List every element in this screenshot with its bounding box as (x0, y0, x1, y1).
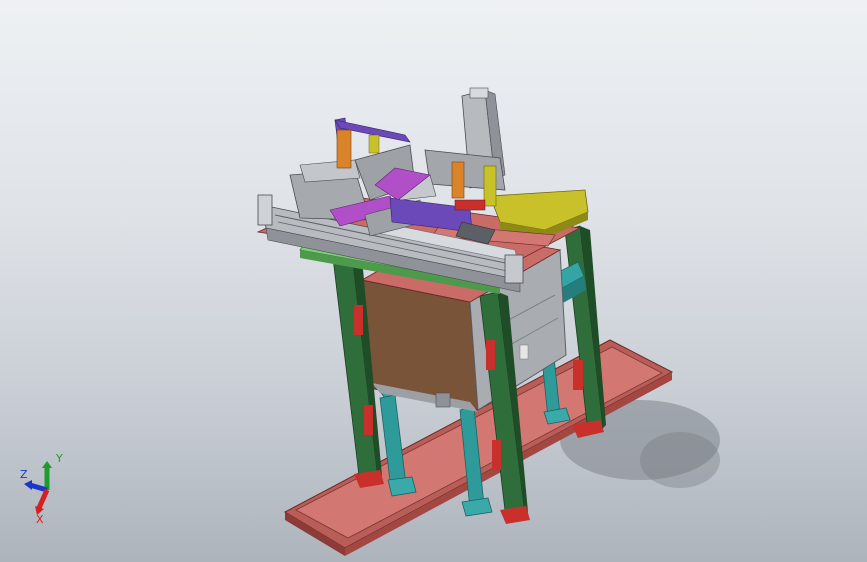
orientation-triad[interactable]: Y Z X (14, 448, 76, 524)
triad-z-arrow (24, 480, 32, 490)
triad-y-arrow (42, 461, 52, 468)
cad-assembly-model[interactable] (0, 0, 867, 562)
floor-shadow-far (640, 432, 720, 488)
3d-viewport[interactable]: Y Z X (0, 0, 867, 562)
triad-y-label: Y (55, 452, 63, 465)
triad-z-label: Z (20, 468, 28, 481)
triad-x-label: X (36, 513, 44, 524)
